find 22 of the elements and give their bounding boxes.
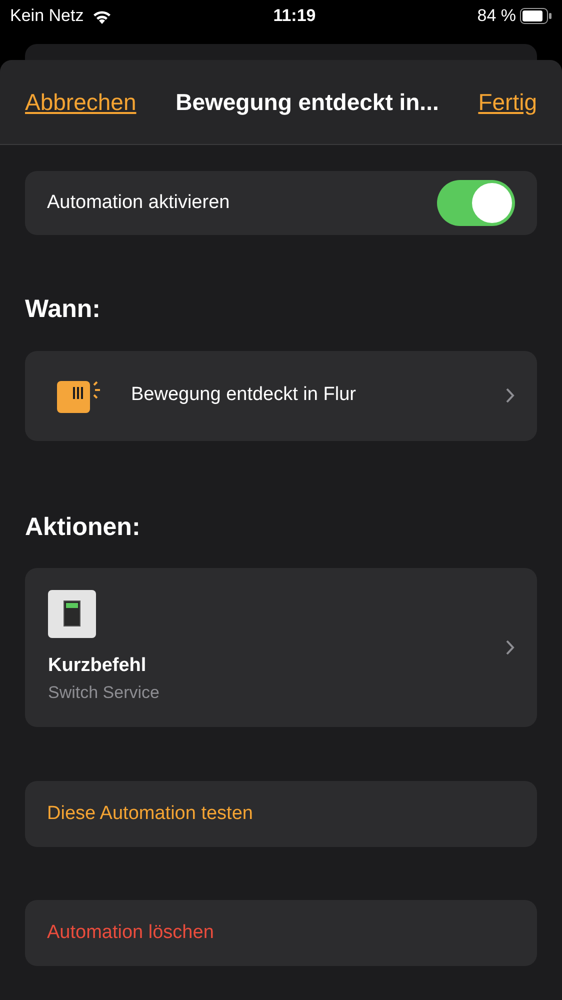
action-title: Kurzbefehl [48,654,148,678]
test-button[interactable]: Diese Automation testen [25,781,537,847]
cancel-link[interactable]: Abbrechen [25,84,136,120]
chevron-icon [506,388,515,403]
action-subtitle: Switch Service [48,682,160,704]
trigger-row[interactable]: Bewegung entdeckt in Flur [25,350,537,440]
battery-text: 84 % [477,5,516,28]
switch-icon [48,590,96,638]
action-row[interactable]: Kurzbefehl Switch Service [25,568,537,727]
done-link[interactable]: Fertig [478,84,537,120]
carrier-text: Kein Netz [10,5,84,28]
section-heading: Wann: [25,294,102,325]
trigger-label: Bewegung entdeckt in Flur [131,383,357,408]
wifi-icon [92,8,112,24]
section-heading: Aktionen: [25,512,142,542]
time-text: 11:19 [273,6,316,26]
battery-icon [520,8,552,24]
sheet-title: Bewegung entdeckt in... [176,88,439,117]
delete-button[interactable]: Automation löschen [25,900,537,966]
toggle-switch[interactable] [437,180,515,226]
chevron-icon [506,640,515,655]
setting-label: Automation aktivieren [47,190,230,215]
